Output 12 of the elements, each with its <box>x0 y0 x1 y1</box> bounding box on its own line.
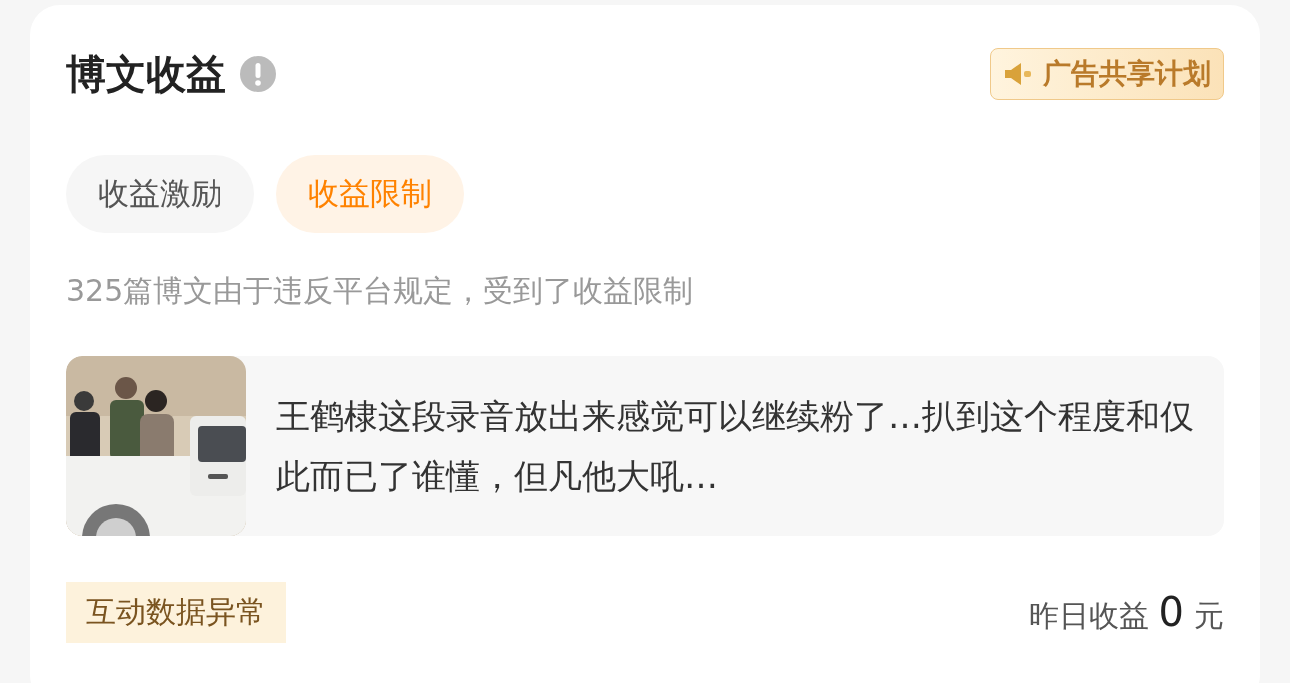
badge-label: 广告共享计划 <box>1043 56 1211 92</box>
section-title: 博文收益 <box>66 49 226 99</box>
exclamation-icon[interactable] <box>240 56 276 92</box>
restriction-notice: 325篇博文由于违反平台规定，受到了收益限制 <box>66 272 695 310</box>
anomaly-tag: 互动数据异常 <box>66 582 286 643</box>
tab[interactable]: 收益激励 <box>66 155 254 233</box>
earnings-label: 昨日收益 <box>1028 596 1149 635</box>
earnings-value: 0 <box>1158 588 1184 635</box>
currency-unit: 元 <box>1194 596 1224 635</box>
post-card[interactable]: 王鹤棣这段录音放出来感觉可以继续粉了…扒到这个程度和仅此而已了谁懂，但凡他大吼… <box>66 356 1224 536</box>
megaphone-icon <box>1003 61 1033 87</box>
post-excerpt: 王鹤棣这段录音放出来感觉可以继续粉了…扒到这个程度和仅此而已了谁懂，但凡他大吼… <box>275 395 1195 498</box>
